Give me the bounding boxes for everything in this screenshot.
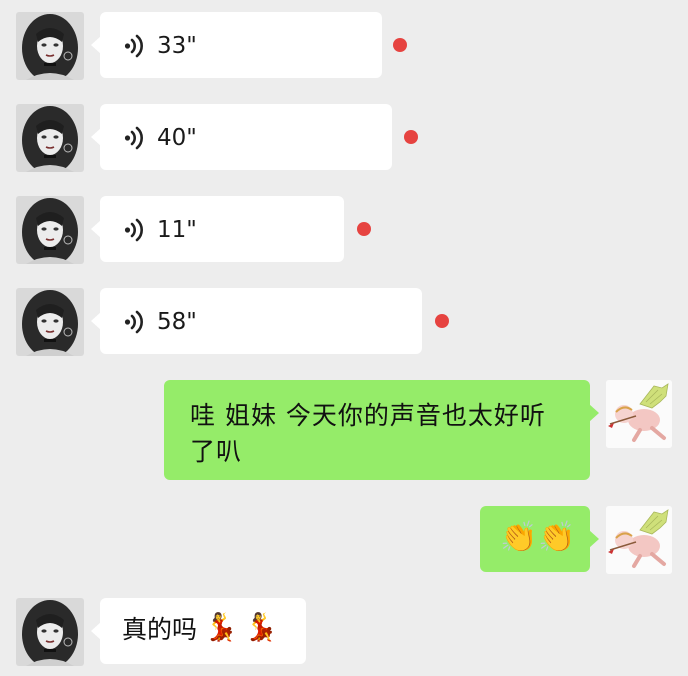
contact-avatar[interactable] [16,104,84,172]
outgoing-text-bubble[interactable]: 哇 姐妹 今天你的声音也太好听了叭 [164,380,599,480]
reply-message-text: 真的吗 [122,615,198,644]
unread-dot [357,222,371,236]
voice-wave-icon [124,310,146,334]
contact-avatar[interactable] [16,12,84,80]
voice-message-bubble[interactable]: 40" [91,104,392,170]
unread-dot [393,38,407,52]
unread-dot [435,314,449,328]
outgoing-emoji-bubble[interactable]: 👏 👏 [480,506,599,572]
chat-window: 33" 40" 11" 58" 哇 姐妹 今天你的声音也太好听了叭 👏 👏 真的… [0,0,688,676]
contact-avatar[interactable] [16,288,84,356]
voice-wave-icon [124,126,146,150]
voice-duration: 33" [157,33,197,59]
clapping-hands-emoji: 👏 [500,520,538,555]
cupid-avatar[interactable] [606,380,672,448]
clapping-hands-emoji: 👏 [538,520,576,555]
dancer-emoji: 💃 [204,612,238,643]
voice-duration: 11" [157,217,197,243]
voice-message-bubble[interactable]: 33" [91,12,382,78]
outgoing-message-text: 哇 姐妹 今天你的声音也太好听了叭 [190,401,546,466]
unread-dot [404,130,418,144]
voice-message-bubble[interactable]: 11" [91,196,344,262]
voice-wave-icon [124,218,146,242]
voice-wave-icon [124,34,146,58]
contact-avatar[interactable] [16,598,84,666]
voice-duration: 58" [157,309,197,335]
cupid-avatar[interactable] [606,506,672,574]
reply-text-bubble[interactable]: 真的吗 💃 💃 [91,598,306,664]
dancer-emoji: 💃 [244,612,278,643]
contact-avatar[interactable] [16,196,84,264]
voice-duration: 40" [157,125,197,151]
voice-message-bubble[interactable]: 58" [91,288,422,354]
